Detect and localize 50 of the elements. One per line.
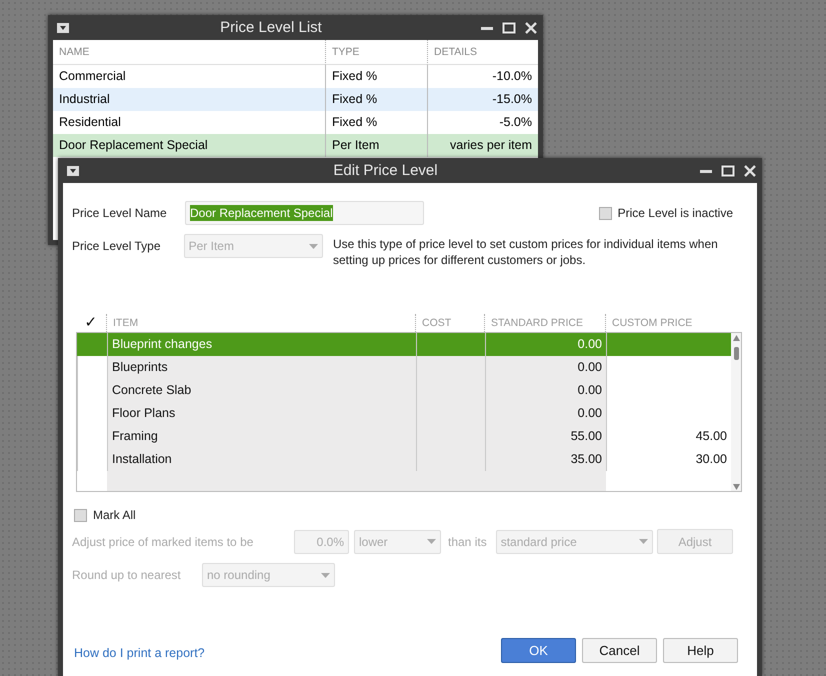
table-cell[interactable]: Blueprints: [107, 356, 416, 379]
close-icon[interactable]: [524, 20, 538, 34]
table-cell[interactable]: 55.00: [485, 425, 606, 448]
checkbox-label: Mark All: [93, 508, 136, 522]
field-label: Price Level Type: [72, 239, 162, 253]
table-cell[interactable]: 35.00: [485, 448, 606, 471]
table-cell[interactable]: Framing: [107, 425, 416, 448]
ok-button[interactable]: OK: [501, 638, 576, 663]
table-cell[interactable]: [606, 333, 731, 356]
table-cell[interactable]: -15.0%: [427, 88, 538, 111]
table-cell[interactable]: 0.00: [485, 379, 606, 402]
check-column-header: ✓: [84, 314, 98, 332]
table-cell[interactable]: Industrial: [53, 88, 325, 111]
caret-icon: [321, 572, 330, 578]
dialog-button[interactable]: Help: [663, 638, 738, 663]
dialog-button[interactable]: Cancel: [582, 638, 657, 663]
window-title: Price Level List: [219, 19, 323, 36]
table-cell[interactable]: varies per item: [427, 134, 538, 157]
help-link[interactable]: How do I print a report?: [74, 646, 205, 660]
mark-cell[interactable]: [77, 333, 107, 356]
maximize-icon[interactable]: [502, 20, 516, 34]
table-cell[interactable]: 0.00: [485, 333, 606, 356]
field-label: Adjust price of marked items to be: [72, 534, 254, 548]
field-label: Price Level Name: [72, 206, 168, 220]
table-cell[interactable]: 0.00: [485, 402, 606, 425]
maximize-icon[interactable]: [721, 164, 735, 178]
field-label: than its: [448, 534, 487, 548]
scrollbar[interactable]: [731, 332, 742, 492]
table-cell[interactable]: Blueprint changes: [107, 333, 416, 356]
caret-icon: [427, 539, 436, 544]
table-cell[interactable]: Door Replacement Special: [53, 134, 325, 157]
table-cell[interactable]: Floor Plans: [107, 402, 416, 425]
name-field[interactable]: Door Replacement Special: [185, 201, 424, 225]
field-label: Round up to nearest: [72, 568, 182, 582]
checkbox[interactable]: [74, 508, 87, 522]
caret-icon: [638, 539, 648, 544]
description-text: Use this type of price level to set custom prices for individual items when setting up prices for different customers or jobs.: [333, 236, 719, 268]
scroll-down-icon[interactable]: [732, 483, 741, 490]
table-cell[interactable]: 0.00: [485, 356, 606, 379]
table-cell[interactable]: Concrete Slab: [107, 379, 416, 402]
window-menu-icon[interactable]: [56, 20, 70, 34]
checkbox[interactable]: [598, 206, 612, 220]
checkbox-label: Price Level is inactive: [618, 206, 733, 220]
table-cell[interactable]: Installation: [107, 448, 416, 471]
table-cell[interactable]: Per Item: [325, 134, 427, 157]
window-title: Edit Price Level: [332, 162, 439, 179]
window-menu-icon[interactable]: [66, 164, 80, 178]
table-cell[interactable]: [416, 333, 485, 356]
table-cell[interactable]: Fixed %: [325, 88, 427, 111]
close-icon[interactable]: [743, 164, 757, 178]
